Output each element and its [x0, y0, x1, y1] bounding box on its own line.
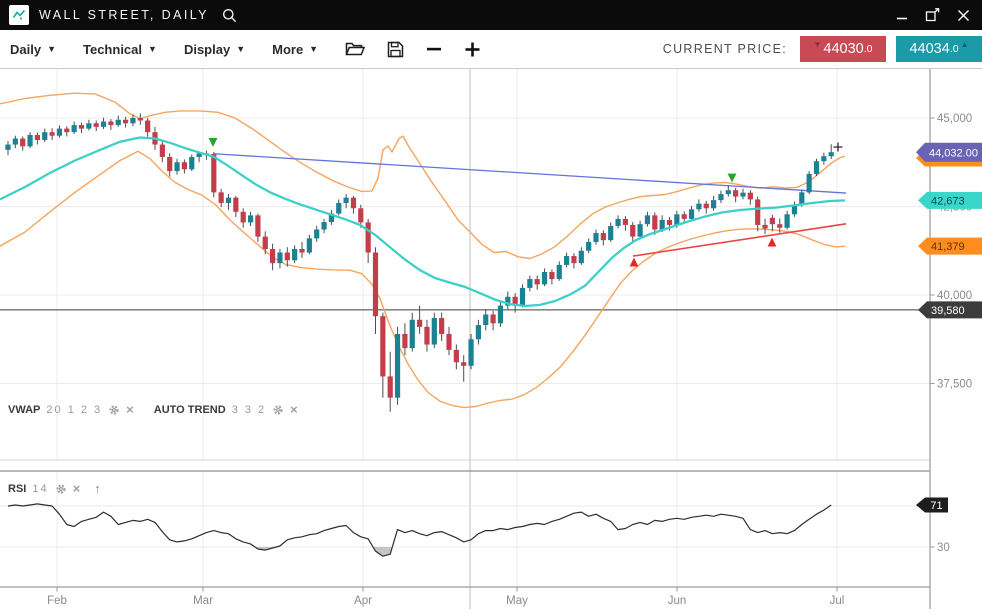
chevron-down-icon: ▼	[309, 45, 318, 54]
gear-icon[interactable]	[272, 404, 284, 416]
menu-technical-label: Technical	[83, 42, 142, 57]
overlay-layer	[0, 138, 845, 307]
svg-text:42,673: 42,673	[931, 195, 965, 207]
menu-daily[interactable]: Daily ▼	[10, 42, 56, 57]
move-panel-up-icon[interactable]: ↑	[94, 481, 101, 496]
buy-price-value: 44034	[909, 41, 949, 57]
axis-layer: FebMarAprMayJunJul45,00042,50040,00037,5…	[47, 113, 972, 607]
candles-layer	[5, 113, 833, 411]
menu-more[interactable]: More ▼	[272, 42, 318, 57]
svg-text:37,500: 37,500	[937, 379, 972, 391]
svg-text:41,379: 41,379	[931, 241, 965, 253]
gear-icon[interactable]	[55, 483, 67, 495]
sell-price-badge[interactable]: ▼44030.0	[800, 36, 886, 62]
svg-text:39,580: 39,580	[931, 305, 965, 317]
menu-display-label: Display	[184, 42, 230, 57]
open-folder-icon[interactable]	[345, 41, 365, 57]
menu-technical[interactable]: Technical ▼	[83, 42, 157, 57]
current-price-label: CURRENT PRICE:	[663, 42, 787, 56]
buy-signal-icon	[768, 238, 777, 247]
svg-text:Jun: Jun	[668, 595, 687, 607]
svg-text:May: May	[506, 595, 528, 607]
chevron-down-icon: ▼	[148, 45, 157, 54]
buy-signal-icon	[630, 258, 639, 267]
vwap-indicator-params: 20 1 2 3	[46, 404, 102, 416]
svg-text:Jul: Jul	[830, 595, 845, 607]
grid-layer	[0, 69, 930, 609]
sell-signal-icon	[728, 174, 737, 183]
svg-text:Mar: Mar	[193, 595, 213, 607]
rsi-indicator-label: RSI	[8, 483, 26, 495]
menu-more-label: More	[272, 42, 303, 57]
save-icon[interactable]	[387, 41, 404, 58]
toolbar: Daily ▼ Technical ▼ Display ▼ More ▼ CUR…	[0, 30, 982, 69]
svg-text:71: 71	[930, 500, 942, 512]
close-indicator-icon[interactable]: ×	[73, 482, 81, 495]
sell-signal-icon	[209, 138, 218, 147]
chevron-down-icon: ▼	[47, 45, 56, 54]
close-indicator-icon[interactable]: ×	[290, 403, 298, 416]
menu-daily-label: Daily	[10, 42, 41, 57]
band-lower-line	[0, 151, 845, 407]
gear-icon[interactable]	[108, 404, 120, 416]
zoom-in-icon[interactable]	[464, 41, 481, 58]
minimize-button[interactable]	[896, 9, 908, 21]
indicator-row-vwap: VWAP 20 1 2 3 × AUTO TREND 3 3 2 ×	[8, 403, 298, 416]
svg-text:30: 30	[937, 542, 950, 554]
close-indicator-icon[interactable]: ×	[126, 403, 134, 416]
window-controls	[896, 8, 970, 22]
arrow-down-icon: ▼	[813, 41, 821, 49]
svg-text:45,000: 45,000	[937, 113, 972, 125]
zoom-out-icon[interactable]	[426, 41, 442, 57]
autotrend-indicator-params: 3 3 2	[232, 404, 266, 416]
close-button[interactable]	[957, 9, 970, 22]
svg-text:40,000: 40,000	[937, 290, 972, 302]
chart-area: 30FebMarAprMayJunJul45,00042,50040,00037…	[0, 69, 982, 614]
svg-text:Apr: Apr	[354, 595, 372, 607]
svg-text:44,032.00: 44,032.00	[929, 147, 978, 159]
chart-logo-icon	[9, 5, 29, 25]
rsi-indicator-params: 14	[32, 483, 48, 495]
popout-button[interactable]	[925, 8, 940, 22]
svg-text:Feb: Feb	[47, 595, 67, 607]
auto-trend-line-0	[214, 154, 846, 193]
rsi-line	[8, 504, 831, 556]
chevron-down-icon: ▼	[236, 45, 245, 54]
indicator-row-rsi: RSI 14 × ↑	[8, 481, 101, 496]
sell-price-value: 44030	[823, 41, 863, 57]
buy-price-badge[interactable]: 44034.0▲	[896, 36, 982, 62]
price-chart-canvas[interactable]: 30FebMarAprMayJunJul45,00042,50040,00037…	[0, 69, 982, 614]
vwap-line	[0, 138, 845, 307]
price-tags-layer: 44,032.00 42,673 41,379 39,580 71	[916, 143, 982, 513]
autotrend-indicator-label: AUTO TREND	[154, 404, 226, 416]
arrow-up-icon: ▲	[961, 41, 969, 49]
sell-price-decimal: .0	[864, 43, 873, 55]
title-bar: WALL STREET, DAILY	[0, 0, 982, 30]
search-icon[interactable]	[222, 8, 237, 23]
buy-price-decimal: .0	[950, 43, 959, 55]
vwap-indicator-label: VWAP	[8, 404, 40, 416]
rsi-panel-layer: 30	[0, 504, 950, 556]
window-title: WALL STREET, DAILY	[39, 8, 209, 22]
menu-display[interactable]: Display ▼	[184, 42, 245, 57]
